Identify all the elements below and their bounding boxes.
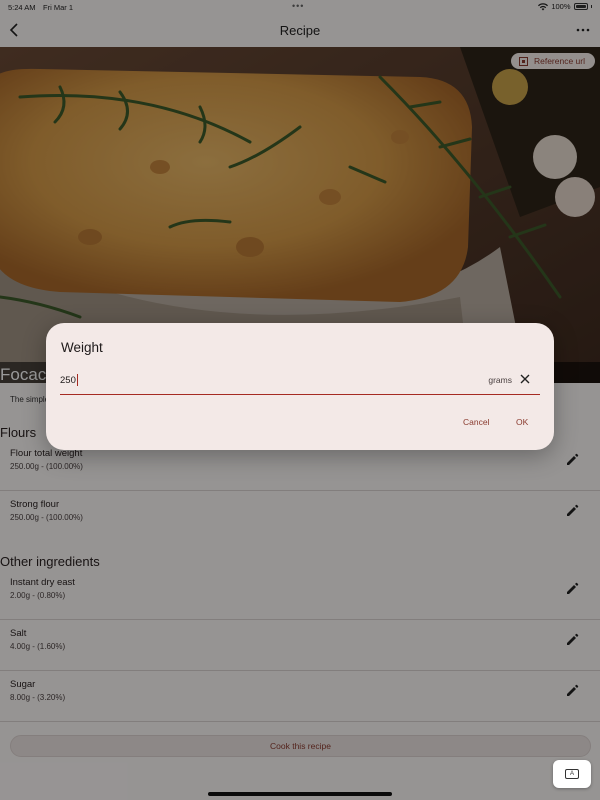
weight-input-value-wrap[interactable]: 250: [60, 374, 78, 386]
cancel-button[interactable]: Cancel: [463, 417, 489, 427]
weight-input[interactable]: 250 grams: [60, 371, 540, 395]
weight-dialog: Weight 250 grams Cancel OK: [46, 323, 554, 450]
dialog-title: Weight: [61, 340, 103, 355]
clear-close-icon[interactable]: [518, 372, 532, 386]
text-caret: [76, 374, 78, 386]
ok-button[interactable]: OK: [516, 417, 528, 427]
weight-input-value[interactable]: 250: [60, 375, 76, 386]
keyboard-icon: A: [565, 769, 579, 779]
unit-suffix: grams: [488, 375, 512, 385]
keyboard-toggle-button[interactable]: A: [553, 760, 591, 788]
